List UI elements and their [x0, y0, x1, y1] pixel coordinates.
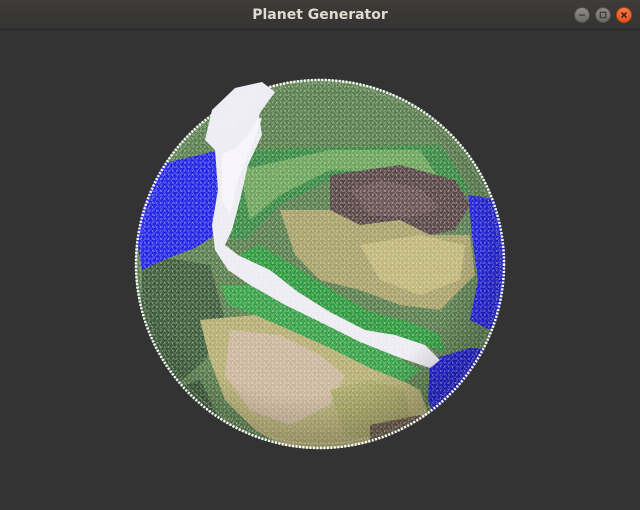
minimize-button[interactable] [574, 7, 590, 23]
title-bar[interactable]: Planet Generator [0, 0, 640, 30]
minimize-icon [579, 14, 585, 16]
planet-render[interactable] [0, 30, 640, 510]
planet-surface [135, 79, 505, 449]
app-window: Planet Generator [0, 0, 640, 510]
close-button[interactable] [616, 7, 632, 23]
close-icon [621, 12, 627, 18]
maximize-button[interactable] [595, 7, 611, 23]
maximize-icon [599, 11, 607, 19]
window-controls [574, 7, 632, 23]
render-viewport[interactable] [0, 30, 640, 510]
window-title: Planet Generator [252, 7, 388, 23]
